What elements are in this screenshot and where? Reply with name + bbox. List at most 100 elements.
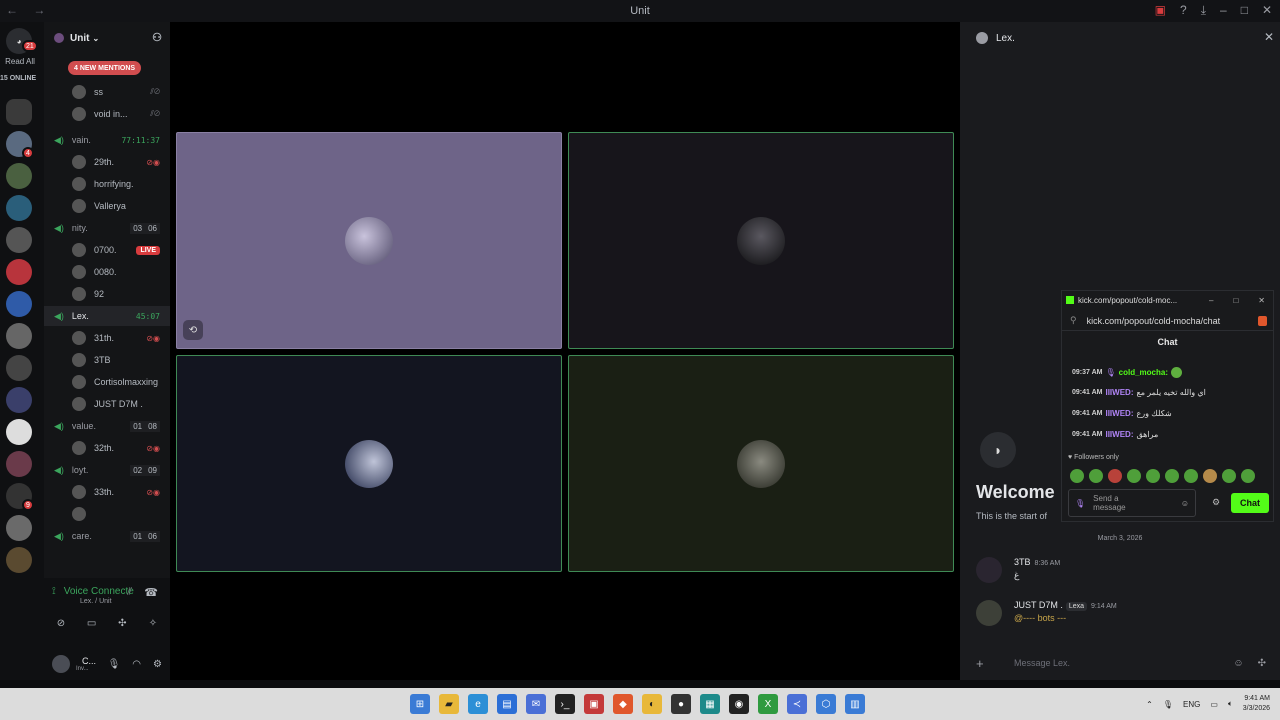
attach-plus-icon[interactable]: +	[976, 656, 998, 671]
emote-icon[interactable]	[1070, 469, 1084, 483]
emoji-icon[interactable]: ☺	[1181, 499, 1189, 508]
server-icon[interactable]	[6, 355, 32, 381]
input-language[interactable]: ENG	[1183, 700, 1200, 709]
voice-user[interactable]: void in... ⫽⊘	[72, 104, 170, 124]
emote-icon[interactable]	[1184, 469, 1198, 483]
video-tile-3[interactable]	[176, 355, 562, 572]
emote-icon[interactable]	[1108, 469, 1122, 483]
excel-icon[interactable]: X	[758, 694, 778, 714]
kick-message-input[interactable]: 🎙︎ Send a message ☺	[1068, 489, 1196, 517]
windows-start-icon[interactable]: ⊞	[410, 694, 430, 714]
app-icon[interactable]: ▦	[700, 694, 720, 714]
app-icon[interactable]: ●	[671, 694, 691, 714]
app-icon[interactable]: ▣	[584, 694, 604, 714]
system-clock[interactable]: 9:41 AM 3/3/2026	[1243, 694, 1270, 714]
close-icon[interactable]: ✕	[1264, 30, 1274, 44]
voice-channel[interactable]: ◀) care. 01 06	[44, 526, 170, 546]
microphone-icon[interactable]: 🎙︎	[1163, 700, 1173, 709]
avatar[interactable]	[52, 655, 70, 673]
brave-shield-icon[interactable]	[1258, 315, 1267, 326]
notepad-icon[interactable]: ▥	[845, 694, 865, 714]
store-icon[interactable]: ▤	[497, 694, 517, 714]
server-icon[interactable]	[6, 451, 32, 477]
message-user[interactable]: IIIWED:	[1105, 409, 1133, 418]
close-button[interactable]: ✕	[1262, 3, 1272, 18]
new-mentions-pill[interactable]: 4 NEW MENTIONS	[68, 61, 142, 75]
app-icon[interactable]: ⬡	[816, 694, 836, 714]
settings-gear-icon[interactable]: ⚙	[153, 659, 162, 670]
noise-suppression-icon[interactable]: ⫽	[127, 586, 132, 599]
voice-user[interactable]: JUST D7M .	[72, 394, 170, 414]
emote-icon[interactable]	[1241, 469, 1255, 483]
message-author[interactable]: JUST D7M .	[1014, 600, 1063, 610]
stream-icon[interactable]: ⟲	[183, 320, 203, 340]
inbox-icon[interactable]: ▣	[1155, 3, 1166, 18]
server-header[interactable]: Unit ⌄ ⚇	[44, 22, 170, 54]
terminal-icon[interactable]: ›_	[555, 694, 575, 714]
server-icon[interactable]	[6, 323, 32, 349]
emoji-icon[interactable]: ☺	[1233, 658, 1243, 669]
screen-share-icon[interactable]: ▭	[81, 614, 103, 632]
volume-icon[interactable]: 🔈︎	[1228, 699, 1233, 709]
minimize-button[interactable]: –	[1209, 296, 1213, 305]
emote-icon[interactable]	[1222, 469, 1236, 483]
voice-channel[interactable]: ◀) value. 01 08	[44, 416, 170, 436]
emote-icon[interactable]	[1165, 469, 1179, 483]
activities-icon[interactable]: ✣	[111, 614, 133, 632]
microphone-icon[interactable]: 🎙︎	[108, 659, 121, 670]
brave-browser-icon[interactable]: ◆	[613, 694, 633, 714]
voice-user[interactable]: 92	[72, 284, 170, 304]
voice-channel[interactable]: ◀) vain. 77:11:37	[44, 130, 170, 150]
maximize-button[interactable]: □	[1233, 296, 1238, 305]
emote-icon[interactable]	[1203, 469, 1217, 483]
message-user[interactable]: IIIWED:	[1105, 430, 1133, 439]
close-button[interactable]: ✕	[1258, 296, 1265, 305]
chevron-up-icon[interactable]: ⌃	[1146, 700, 1153, 709]
maximize-button[interactable]: □	[1241, 3, 1248, 18]
address-bar[interactable]: ⚲ kick.com/popout/cold-mocha/chat	[1062, 311, 1273, 331]
site-settings-icon[interactable]: ⚲	[1070, 315, 1077, 326]
server-icon[interactable]	[6, 195, 32, 221]
avatar[interactable]	[976, 557, 1002, 583]
send-chat-button[interactable]: Chat	[1231, 493, 1269, 513]
message-user[interactable]: cold_mocha:	[1119, 368, 1168, 377]
minimize-button[interactable]: –	[1220, 3, 1227, 18]
server-icon[interactable]	[6, 99, 32, 125]
file-explorer-icon[interactable]: ▰	[439, 694, 459, 714]
voice-user[interactable]: horrifying.	[72, 174, 170, 194]
voice-user[interactable]: ss ⫽⊘	[72, 82, 170, 102]
avatar[interactable]	[976, 600, 1002, 626]
server-icon[interactable]	[6, 387, 32, 413]
server-icon[interactable]	[6, 291, 32, 317]
vscode-icon[interactable]: ≺	[787, 694, 807, 714]
server-icon[interactable]	[6, 259, 32, 285]
network-icon[interactable]: ▭	[1210, 700, 1218, 709]
voice-user[interactable]: Vallerya	[72, 196, 170, 216]
voice-channel[interactable]: ◀) nity. 03 06	[44, 218, 170, 238]
disconnect-icon[interactable]: ☎	[144, 586, 158, 599]
voice-user[interactable]: 33th. ⊘◉	[72, 482, 170, 502]
server-icon[interactable]	[6, 227, 32, 253]
emote-icon[interactable]	[1127, 469, 1141, 483]
download-icon[interactable]: ⤓	[1201, 3, 1206, 18]
voice-user[interactable]: 3TB	[72, 350, 170, 370]
voice-user[interactable]	[72, 504, 170, 524]
voice-user[interactable]: 0080.	[72, 262, 170, 282]
message-author[interactable]: 3TB	[1014, 557, 1031, 567]
message-input[interactable]: Message Lex.	[1014, 658, 1070, 668]
server-icon[interactable]	[6, 419, 32, 445]
message-user[interactable]: IIIWED:	[1105, 388, 1133, 397]
read-all-button[interactable]: Read All	[0, 57, 40, 66]
video-tile-2[interactable]	[568, 132, 954, 349]
app-icon[interactable]: ◉	[729, 694, 749, 714]
server-icon[interactable]	[6, 163, 32, 189]
add-member-icon[interactable]: ⚇	[152, 31, 162, 44]
voice-user[interactable]: 29th. ⊘◉	[72, 152, 170, 172]
outlook-icon[interactable]: ✉	[526, 694, 546, 714]
headphones-icon[interactable]: ◠	[132, 659, 141, 670]
voice-connected-status[interactable]: ⟟ Voice Connecte	[52, 586, 134, 597]
voice-user[interactable]: 31th. ⊘◉	[72, 328, 170, 348]
edge-browser-icon[interactable]: e	[468, 694, 488, 714]
voice-user[interactable]: 0700. LIVE	[72, 240, 170, 260]
emote-icon[interactable]	[1146, 469, 1160, 483]
